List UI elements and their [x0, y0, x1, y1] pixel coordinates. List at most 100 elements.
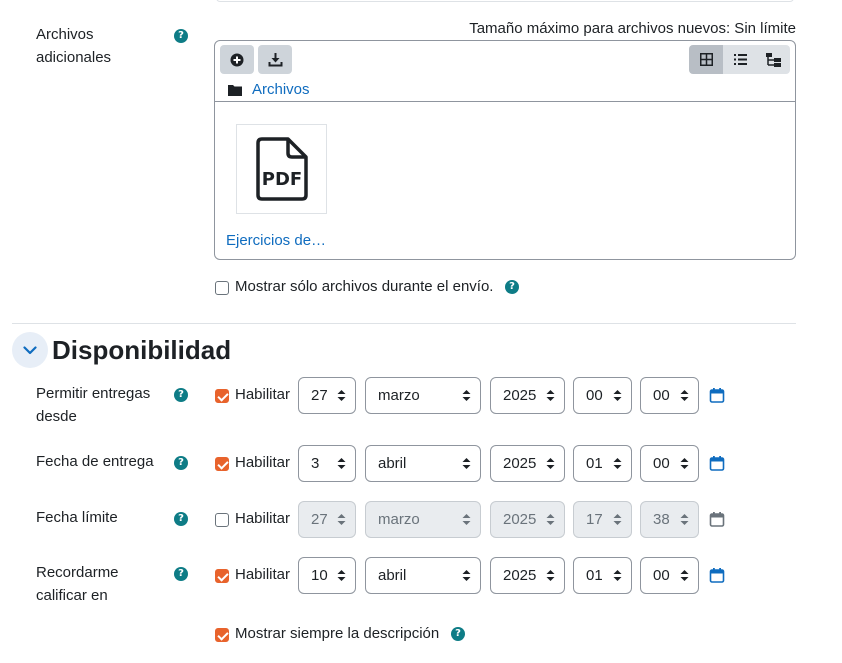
- select-arrows-icon: [680, 390, 689, 401]
- day-select: 27: [298, 501, 356, 538]
- enable-label: Habilitar: [235, 566, 291, 583]
- year-value: 2025: [503, 511, 537, 528]
- enable-checkbox[interactable]: [215, 389, 229, 403]
- show-only-files-label: Mostrar sólo archivos durante el envío.: [235, 278, 494, 295]
- help-icon[interactable]: ?: [505, 280, 519, 294]
- help-icon[interactable]: ?: [174, 456, 188, 470]
- select-arrows-icon: [680, 570, 689, 581]
- month-value: abril: [378, 567, 407, 584]
- month-select[interactable]: marzo: [365, 377, 481, 414]
- help-icon[interactable]: ?: [174, 567, 188, 581]
- show-only-files-checkbox[interactable]: [215, 281, 229, 295]
- pdf-file-icon: PDF: [255, 137, 308, 201]
- date-row-label: Fecha de entrega: [36, 453, 154, 470]
- help-icon[interactable]: ?: [451, 627, 465, 641]
- hour-select[interactable]: 01: [573, 557, 632, 594]
- hour-value: 01: [586, 567, 603, 584]
- select-arrows-icon: [613, 390, 622, 401]
- select-arrows-icon: [462, 570, 471, 581]
- day-value: 27: [311, 511, 328, 528]
- section-divider: [12, 323, 796, 324]
- select-arrows-icon: [613, 458, 622, 469]
- select-arrows-icon: [337, 390, 346, 401]
- day-select[interactable]: 27: [298, 377, 356, 414]
- date-row-label: Permitir entregas desde: [36, 385, 151, 425]
- year-select[interactable]: 2025: [490, 557, 565, 594]
- hour-select: 17: [573, 501, 632, 538]
- year-value: 2025: [503, 567, 537, 584]
- select-arrows-icon: [680, 458, 689, 469]
- collapse-section-button[interactable]: [12, 332, 48, 368]
- select-arrows-icon: [546, 514, 555, 525]
- day-value: 10: [311, 567, 328, 584]
- previous-field-box: [216, 0, 794, 2]
- select-arrows-icon: [546, 390, 555, 401]
- section-title: Disponibilidad: [52, 335, 232, 365]
- always-show-description-label: Mostrar siempre la descripción: [235, 625, 440, 642]
- help-icon[interactable]: ?: [174, 512, 188, 526]
- breadcrumb: Archivos: [228, 81, 310, 98]
- date-row-label: Recordarme calificar en: [36, 564, 119, 604]
- file-manager-divider: [215, 101, 795, 102]
- select-arrows-icon: [337, 514, 346, 525]
- month-select[interactable]: abril: [365, 557, 481, 594]
- select-arrows-icon: [613, 514, 622, 525]
- help-icon[interactable]: ?: [174, 388, 188, 402]
- always-show-description-checkbox[interactable]: [215, 628, 229, 642]
- enable-checkbox[interactable]: [215, 457, 229, 471]
- list-view-button[interactable]: [723, 45, 757, 74]
- grid-view-icon: [699, 53, 713, 66]
- select-arrows-icon: [337, 570, 346, 581]
- minute-value: 38: [653, 511, 670, 528]
- minute-select[interactable]: 00: [640, 445, 699, 482]
- add-file-button[interactable]: [220, 45, 254, 74]
- enable-label: Habilitar: [235, 386, 291, 403]
- select-arrows-icon: [546, 570, 555, 581]
- help-icon[interactable]: ?: [174, 29, 188, 43]
- chevron-down-icon: [23, 345, 37, 354]
- download-icon: [268, 53, 282, 67]
- hour-value: 17: [586, 511, 603, 528]
- tree-view-icon: [765, 52, 781, 67]
- max-size-text: Tamaño máximo para archivos nuevos: Sin …: [469, 20, 796, 37]
- select-arrows-icon: [462, 458, 471, 469]
- select-arrows-icon: [462, 514, 471, 525]
- month-select[interactable]: abril: [365, 445, 481, 482]
- file-name-link[interactable]: Ejercicios de…: [226, 232, 326, 249]
- hour-value: 01: [586, 455, 603, 472]
- add-file-icon: [230, 53, 244, 66]
- year-select[interactable]: 2025: [490, 377, 565, 414]
- folder-icon: [228, 84, 242, 96]
- select-arrows-icon: [680, 514, 689, 525]
- day-select[interactable]: 10: [298, 557, 356, 594]
- list-view-icon: [733, 54, 747, 65]
- file-thumbnail[interactable]: PDF: [236, 124, 327, 214]
- enable-checkbox[interactable]: [215, 513, 229, 527]
- select-arrows-icon: [337, 458, 346, 469]
- select-arrows-icon: [462, 390, 471, 401]
- calendar-icon[interactable]: [709, 387, 725, 403]
- calendar-icon[interactable]: [709, 567, 725, 583]
- minute-select[interactable]: 00: [640, 557, 699, 594]
- tree-view-button[interactable]: [756, 45, 790, 74]
- download-button[interactable]: [258, 45, 292, 74]
- minute-select[interactable]: 00: [640, 377, 699, 414]
- year-select[interactable]: 2025: [490, 445, 565, 482]
- minute-value: 00: [653, 455, 670, 472]
- view-switcher: [689, 45, 790, 74]
- hour-select[interactable]: 01: [573, 445, 632, 482]
- year-value: 2025: [503, 387, 537, 404]
- year-select: 2025: [490, 501, 565, 538]
- month-select: marzo: [365, 501, 481, 538]
- day-select[interactable]: 3: [298, 445, 356, 482]
- calendar-icon: [709, 512, 725, 527]
- breadcrumb-archivos-link[interactable]: Archivos: [252, 81, 310, 98]
- day-value: 3: [311, 455, 320, 472]
- hour-select[interactable]: 00: [573, 377, 632, 414]
- pdf-label: PDF: [261, 169, 301, 190]
- minute-value: 00: [653, 567, 670, 584]
- enable-checkbox[interactable]: [215, 569, 229, 583]
- file-manager: Archivos PDF Ejercicios de…: [214, 40, 796, 260]
- calendar-icon[interactable]: [709, 455, 725, 471]
- grid-view-button[interactable]: [689, 45, 723, 74]
